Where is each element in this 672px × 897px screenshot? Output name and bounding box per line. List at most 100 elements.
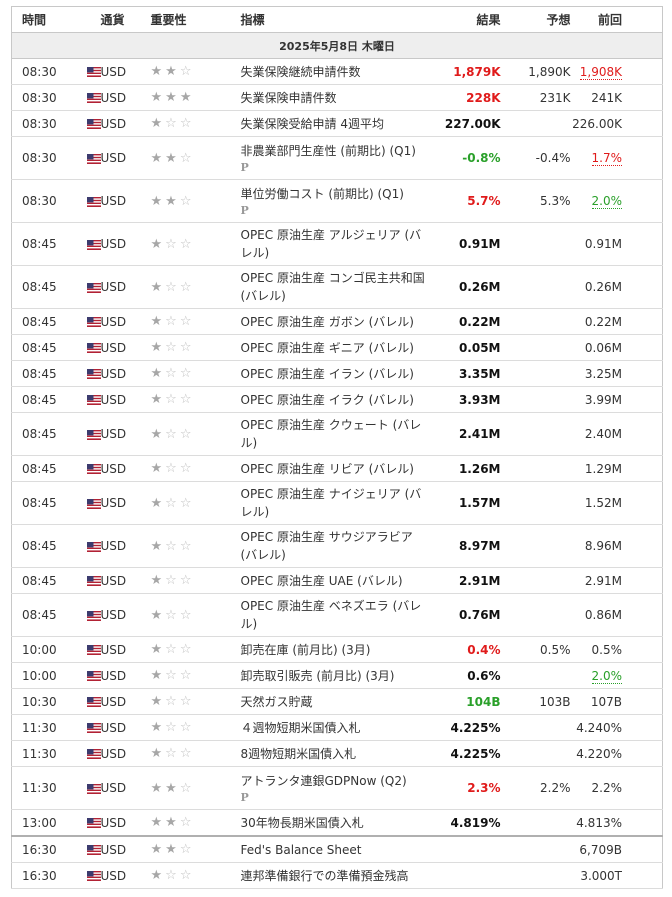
event-row[interactable]: 08:30 USD ★ ★ ☆ 失業保険継続申請件数 1,879K 1,890K 1… [11,58,663,85]
event-row[interactable]: 10:30 USD ★ ☆ ☆ 天然ガス貯蔵 104B 103B 107B [11,688,663,715]
event-indicator[interactable]: OPEC 原油生産 コンゴ民主共和国 (バレル) [240,265,426,309]
event-indicator[interactable]: 卸売在庫 (前月比) (3月) [240,636,426,663]
indicator-label[interactable]: Fed's Balance Sheet [241,838,426,862]
event-indicator[interactable]: 失業保険申請件数 [240,84,426,111]
indicator-text[interactable]: OPEC 原油生産 ギニア (バレル) [241,341,414,355]
indicator-text[interactable]: 卸売取引販売 (前月比) (3月) [241,669,395,683]
header-forecast[interactable]: 予想 [503,6,571,33]
indicator-label[interactable]: OPEC 原油生産 コンゴ民主共和国 (バレル) [241,266,426,308]
event-indicator[interactable]: 失業保険受給申請 4週平均 [240,110,426,137]
event-indicator[interactable]: OPEC 原油生産 クウェート (バレル) [240,412,426,456]
indicator-label[interactable]: 卸売取引販売 (前月比) (3月) [241,664,426,688]
event-indicator[interactable]: Fed's Balance Sheet [240,835,426,863]
indicator-text[interactable]: Fed's Balance Sheet [241,843,362,857]
indicator-label[interactable]: ４週物短期米国債入札 [241,716,426,740]
event-indicator[interactable]: OPEC 原油生産 ベネズエラ (バレル) [240,593,426,637]
event-indicator[interactable]: 8週物短期米国債入札 [240,740,426,767]
event-indicator[interactable]: 単位労働コスト (前期比) (Q1) P [240,179,426,223]
indicator-label[interactable]: 連邦準備銀行での準備預金残高 [241,864,426,888]
event-indicator[interactable]: 失業保険継続申請件数 [240,58,426,85]
header-currency[interactable]: 通貨 [100,6,151,33]
indicator-text[interactable]: OPEC 原油生産 クウェート (バレル) [241,418,422,450]
indicator-label[interactable]: アトランタ連銀GDPNow (Q2) P [241,769,426,807]
event-indicator[interactable]: OPEC 原油生産 ナイジェリア (バレル) [240,481,426,525]
header-indicator[interactable]: 指標 [240,6,426,33]
event-indicator[interactable]: 連邦準備銀行での準備預金残高 [240,862,426,889]
indicator-label[interactable]: 非農業部門生産性 (前期比) (Q1) P [241,139,426,177]
indicator-text[interactable]: OPEC 原油生産 イラン (バレル) [241,367,414,381]
indicator-text[interactable]: 連邦準備銀行での準備預金残高 [241,869,409,883]
event-indicator[interactable]: OPEC 原油生産 アルジェリア (バレル) [240,222,426,266]
event-row[interactable]: 08:45 USD ★ ☆ ☆ OPEC 原油生産 アルジェリア (バレル) 0.9… [11,222,663,266]
indicator-label[interactable]: OPEC 原油生産 ナイジェリア (バレル) [241,482,426,524]
indicator-text[interactable]: OPEC 原油生産 ナイジェリア (バレル) [241,487,422,519]
indicator-text[interactable]: 失業保険申請件数 [241,91,337,105]
event-row[interactable]: 08:45 USD ★ ☆ ☆ OPEC 原油生産 クウェート (バレル) 2.41… [11,412,663,456]
indicator-text[interactable]: 30年物長期米国債入札 [241,816,364,830]
indicator-text[interactable]: アトランタ連銀GDPNow (Q2) [241,774,407,788]
indicator-label[interactable]: OPEC 原油生産 イラン (バレル) [241,362,426,386]
event-indicator[interactable]: OPEC 原油生産 サウジアラビア (バレル) [240,524,426,568]
event-row[interactable]: 08:45 USD ★ ☆ ☆ OPEC 原油生産 イラン (バレル) 3.35M … [11,360,663,387]
indicator-text[interactable]: 8週物短期米国債入札 [241,747,357,761]
indicator-label[interactable]: OPEC 原油生産 ベネズエラ (バレル) [241,594,426,636]
indicator-label[interactable]: 天然ガス貯蔵 [241,690,426,714]
event-row[interactable]: 08:45 USD ★ ☆ ☆ OPEC 原油生産 ギニア (バレル) 0.05M … [11,334,663,361]
event-row[interactable]: 08:45 USD ★ ☆ ☆ OPEC 原油生産 サウジアラビア (バレル) 8.… [11,524,663,568]
event-row[interactable]: 08:30 USD ★ ☆ ☆ 失業保険受給申請 4週平均 227.00K 226.… [11,110,663,137]
indicator-text[interactable]: OPEC 原油生産 イラク (バレル) [241,393,414,407]
event-row[interactable]: 16:30 USD ★ ★ ☆ Fed's Balance Sheet 6,709B [11,835,663,863]
event-indicator[interactable]: アトランタ連銀GDPNow (Q2) P [240,766,426,810]
event-row[interactable]: 11:30 USD ★ ★ ☆ アトランタ連銀GDPNow (Q2) P 2.3% 2… [11,766,663,810]
event-indicator[interactable]: OPEC 原油生産 UAE (バレル) [240,567,426,594]
indicator-text[interactable]: OPEC 原油生産 サウジアラビア (バレル) [241,530,413,562]
indicator-text[interactable]: ４週物短期米国債入札 [241,721,361,735]
event-row[interactable]: 10:00 USD ★ ☆ ☆ 卸売在庫 (前月比) (3月) 0.4% 0.5% … [11,636,663,663]
indicator-label[interactable]: 失業保険申請件数 [241,86,426,110]
header-time[interactable]: 時間 [11,6,77,33]
indicator-text[interactable]: OPEC 原油生産 ベネズエラ (バレル) [241,599,422,631]
event-row[interactable]: 08:45 USD ★ ☆ ☆ OPEC 原油生産 ナイジェリア (バレル) 1.5… [11,481,663,525]
event-indicator[interactable]: 非農業部門生産性 (前期比) (Q1) P [240,136,426,180]
event-indicator[interactable]: 卸売取引販売 (前月比) (3月) [240,662,426,689]
event-row[interactable]: 08:45 USD ★ ☆ ☆ OPEC 原油生産 ガボン (バレル) 0.22M … [11,308,663,335]
event-row[interactable]: 08:45 USD ★ ☆ ☆ OPEC 原油生産 コンゴ民主共和国 (バレル) 0… [11,265,663,309]
event-indicator[interactable]: OPEC 原油生産 リビア (バレル) [240,455,426,482]
indicator-label[interactable]: OPEC 原油生産 リビア (バレル) [241,457,426,481]
indicator-text[interactable]: 失業保険受給申請 4週平均 [241,117,384,131]
indicator-label[interactable]: OPEC 原油生産 UAE (バレル) [241,569,426,593]
indicator-text[interactable]: OPEC 原油生産 コンゴ民主共和国 (バレル) [241,271,425,303]
indicator-label[interactable]: 8週物短期米国債入札 [241,742,426,766]
event-indicator[interactable]: 天然ガス貯蔵 [240,688,426,715]
event-row[interactable]: 08:45 USD ★ ☆ ☆ OPEC 原油生産 イラク (バレル) 3.93M … [11,386,663,413]
event-row[interactable]: 16:30 USD ★ ☆ ☆ 連邦準備銀行での準備預金残高 3.000T [11,862,663,889]
event-row[interactable]: 08:45 USD ★ ☆ ☆ OPEC 原油生産 ベネズエラ (バレル) 0.76… [11,593,663,637]
event-row[interactable]: 11:30 USD ★ ☆ ☆ 8週物短期米国債入札 4.225% 4.220% [11,740,663,767]
indicator-text[interactable]: 失業保険継続申請件数 [241,65,361,79]
event-row[interactable]: 08:30 USD ★ ★ ☆ 単位労働コスト (前期比) (Q1) P 5.7% 5… [11,179,663,223]
indicator-label[interactable]: OPEC 原油生産 サウジアラビア (バレル) [241,525,426,567]
indicator-label[interactable]: OPEC 原油生産 アルジェリア (バレル) [241,223,426,265]
event-indicator[interactable]: OPEC 原油生産 イラン (バレル) [240,360,426,387]
event-indicator[interactable]: OPEC 原油生産 ギニア (バレル) [240,334,426,361]
event-row[interactable]: 08:30 USD ★ ★ ☆ 非農業部門生産性 (前期比) (Q1) P -0.8%… [11,136,663,180]
indicator-label[interactable]: 卸売在庫 (前月比) (3月) [241,638,426,662]
event-row[interactable]: 08:45 USD ★ ☆ ☆ OPEC 原油生産 UAE (バレル) 2.91M … [11,567,663,594]
indicator-label[interactable]: OPEC 原油生産 ギニア (バレル) [241,336,426,360]
indicator-text[interactable]: 非農業部門生産性 (前期比) (Q1) [241,144,416,158]
indicator-text[interactable]: 卸売在庫 (前月比) (3月) [241,643,371,657]
event-row[interactable]: 13:00 USD ★ ★ ☆ 30年物長期米国債入札 4.819% 4.813% [11,809,663,837]
header-importance[interactable]: 重要性 [150,6,241,33]
event-row[interactable]: 08:30 USD ★ ★ ★ 失業保険申請件数 228K 231K 241K [11,84,663,111]
event-row[interactable]: 08:45 USD ★ ☆ ☆ OPEC 原油生産 リビア (バレル) 1.26M … [11,455,663,482]
event-indicator[interactable]: OPEC 原油生産 ガボン (バレル) [240,308,426,335]
indicator-label[interactable]: OPEC 原油生産 ガボン (バレル) [241,310,426,334]
event-indicator[interactable]: OPEC 原油生産 イラク (バレル) [240,386,426,413]
indicator-text[interactable]: OPEC 原油生産 UAE (バレル) [241,574,403,588]
indicator-text[interactable]: 天然ガス貯蔵 [241,695,313,709]
header-previous[interactable]: 前回 [570,6,663,33]
event-row[interactable]: 11:30 USD ★ ☆ ☆ ４週物短期米国債入札 4.225% 4.240% [11,714,663,741]
indicator-text[interactable]: OPEC 原油生産 ガボン (バレル) [241,315,414,329]
indicator-text[interactable]: OPEC 原油生産 リビア (バレル) [241,462,414,476]
indicator-label[interactable]: OPEC 原油生産 イラク (バレル) [241,388,426,412]
